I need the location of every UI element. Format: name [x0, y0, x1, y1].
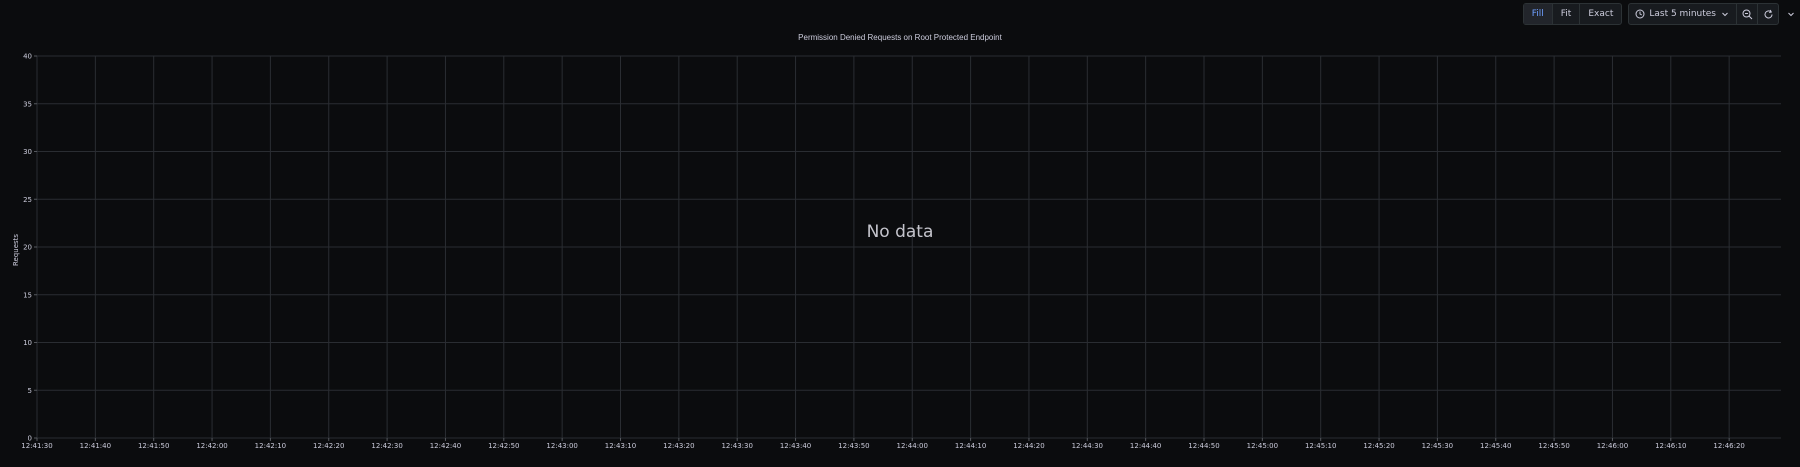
y-tick-label: 25: [23, 196, 32, 204]
x-tick-label: 12:44:50: [1188, 442, 1219, 450]
x-tick-label: 12:45:50: [1538, 442, 1569, 450]
y-tick-label: 35: [23, 100, 32, 108]
x-tick-label: 12:42:10: [255, 442, 286, 450]
x-tick-label: 12:42:30: [371, 442, 402, 450]
y-tick-label: 30: [23, 148, 32, 156]
x-tick-label: 12:46:00: [1597, 442, 1628, 450]
x-tick-label: 12:41:30: [21, 442, 52, 450]
x-tick-label: 12:43:20: [663, 442, 694, 450]
y-tick-label: 40: [23, 53, 32, 61]
x-tick-label: 12:43:40: [780, 442, 811, 450]
x-tick-label: 12:45:10: [1305, 442, 1336, 450]
y-tick-label: 10: [23, 339, 32, 347]
y-tick-label: 15: [23, 291, 32, 299]
x-tick-label: 12:43:00: [546, 442, 577, 450]
no-data-message: No data: [866, 222, 934, 242]
y-tick-label: 5: [28, 387, 32, 395]
x-tick-label: 12:42:50: [488, 442, 519, 450]
x-tick-label: 12:45:30: [1422, 442, 1453, 450]
x-tick-label: 12:44:30: [1072, 442, 1103, 450]
x-tick-label: 12:46:20: [1713, 442, 1744, 450]
x-tick-label: 12:41:40: [80, 442, 111, 450]
x-tick-label: 12:44:40: [1130, 442, 1161, 450]
x-tick-label: 12:45:20: [1363, 442, 1394, 450]
x-tick-label: 12:41:50: [138, 442, 169, 450]
x-tick-label: 12:44:10: [955, 442, 986, 450]
x-tick-label: 12:45:40: [1480, 442, 1511, 450]
x-tick-label: 12:42:00: [196, 442, 227, 450]
x-tick-label: 12:42:40: [430, 442, 461, 450]
x-tick-label: 12:43:10: [605, 442, 636, 450]
x-tick-label: 12:42:20: [313, 442, 344, 450]
x-tick-label: 12:45:00: [1247, 442, 1278, 450]
y-tick-label: 20: [23, 244, 32, 252]
x-tick-label: 12:43:30: [721, 442, 752, 450]
x-tick-label: 12:43:50: [838, 442, 869, 450]
x-tick-label: 12:44:20: [1013, 442, 1044, 450]
x-tick-label: 12:46:10: [1655, 442, 1686, 450]
x-tick-label: 12:44:00: [897, 442, 928, 450]
